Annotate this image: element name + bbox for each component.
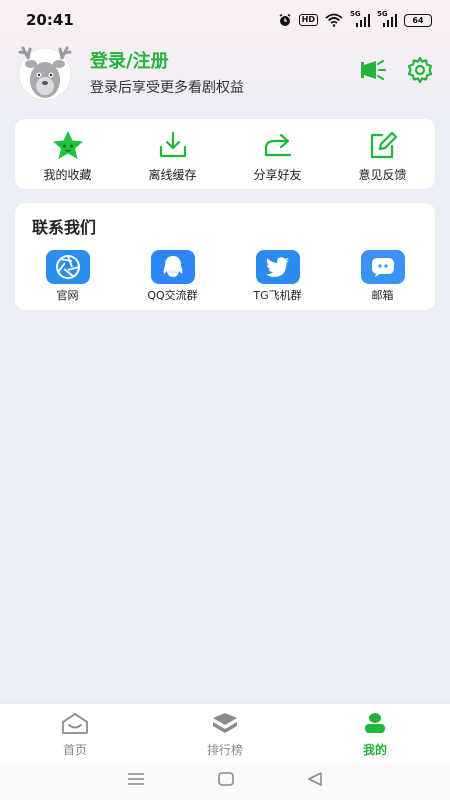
email-link[interactable]: 邮箱 <box>330 250 435 303</box>
star-icon <box>51 130 85 160</box>
contact-title: 联系我们 <box>32 218 97 237</box>
signal-icon: 5G <box>377 10 397 27</box>
profile-icon <box>360 712 390 738</box>
tab-label: 我的 <box>362 743 387 757</box>
contact-label: QQ交流群 <box>147 289 198 302</box>
wifi-icon <box>325 13 343 27</box>
hd-icon: HD <box>298 14 318 26</box>
tab-label: 首页 <box>62 743 87 757</box>
deer-avatar[interactable] <box>14 44 76 101</box>
bottom-nav: 首页 排行榜 我的 <box>0 703 450 761</box>
profile-header: 登录/注册 登录后享受更多看剧权益 <box>14 44 436 101</box>
menu-icon[interactable] <box>127 771 145 790</box>
profile-actions <box>358 56 436 88</box>
feedback-button[interactable]: 意见反馈 <box>330 119 435 189</box>
home-button-icon[interactable] <box>218 771 234 790</box>
settings-icon[interactable] <box>406 56 434 88</box>
system-nav-bar <box>0 761 450 800</box>
share-icon <box>261 130 295 160</box>
tab-mine[interactable]: 我的 <box>300 704 450 761</box>
status-time: 20:41 <box>26 11 74 29</box>
offline-cache-button[interactable]: 离线缓存 <box>120 119 225 189</box>
contact-list: 官网 QQ交流群 TG飞机群 邮箱 <box>15 250 435 303</box>
home-icon <box>60 712 90 738</box>
qq-icon <box>150 250 195 284</box>
ranking-icon <box>210 712 240 738</box>
telegram-group-link[interactable]: TG飞机群 <box>225 250 330 303</box>
quick-action-label: 我的收藏 <box>43 168 92 182</box>
favorites-button[interactable]: 我的收藏 <box>15 119 120 189</box>
contact-label: 官网 <box>56 289 79 302</box>
quick-action-label: 离线缓存 <box>148 168 197 182</box>
profile-text[interactable]: 登录/注册 登录后享受更多看剧权益 <box>90 47 244 97</box>
announcement-icon[interactable] <box>358 59 386 85</box>
quick-action-label: 分享好友 <box>253 168 302 182</box>
status-bar: 20:41 HD 5G 5G 64 <box>0 0 450 40</box>
qq-group-link[interactable]: QQ交流群 <box>120 250 225 303</box>
back-icon[interactable] <box>307 771 323 790</box>
twitter-icon <box>255 250 300 284</box>
signal-icon: 5G <box>350 10 370 27</box>
alarm-icon <box>278 13 292 27</box>
website-link[interactable]: 官网 <box>15 250 120 303</box>
edit-icon <box>366 130 400 160</box>
aperture-icon <box>45 250 90 284</box>
message-icon <box>360 250 405 284</box>
battery-icon: 64 <box>404 13 432 27</box>
share-friends-button[interactable]: 分享好友 <box>225 119 330 189</box>
contact-label: 邮箱 <box>371 289 394 302</box>
login-subtitle: 登录后享受更多看剧权益 <box>90 80 244 96</box>
status-icons: HD 5G 5G 64 <box>278 10 432 27</box>
quick-actions-card: 我的收藏 离线缓存 分享好友 意见反馈 <box>15 119 435 189</box>
tab-home[interactable]: 首页 <box>0 704 150 761</box>
contact-card: 联系我们 官网 QQ交流群 TG飞机群 邮箱 <box>15 203 435 310</box>
quick-action-label: 意见反馈 <box>358 168 407 182</box>
tab-label: 排行榜 <box>206 743 243 757</box>
tab-ranking[interactable]: 排行榜 <box>150 704 300 761</box>
download-icon <box>156 130 190 160</box>
contact-label: TG飞机群 <box>253 289 302 302</box>
login-register-link[interactable]: 登录/注册 <box>90 47 244 73</box>
